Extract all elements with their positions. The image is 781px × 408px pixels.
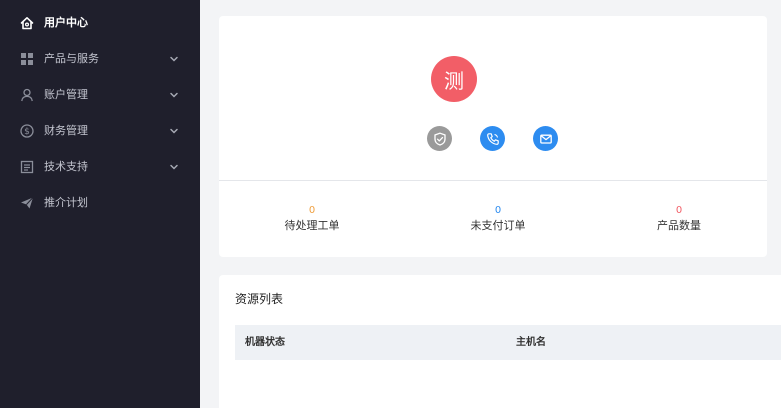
sidebar-item-label: 账户管理	[44, 88, 88, 101]
profile-card: 测 0 待处理工单 0 未支付订单 0 产品数量	[219, 16, 767, 257]
sidebar-item-referral[interactable]: 推介计划	[0, 185, 200, 221]
mail-icon[interactable]	[533, 126, 558, 151]
table-header: 机器状态 主机名	[235, 325, 781, 360]
stat-value: 0	[675, 205, 683, 216]
sidebar-item-finance[interactable]: $ 财务管理	[0, 113, 200, 149]
resource-list-card: 资源列表 机器状态 主机名	[219, 275, 781, 408]
sidebar-item-support[interactable]: 技术支持	[0, 149, 200, 185]
column-header-hostname[interactable]: 主机名	[516, 325, 546, 360]
sidebar-item-label: 技术支持	[44, 160, 88, 173]
avatar[interactable]: 测	[431, 56, 477, 102]
sidebar-item-label: 财务管理	[44, 124, 88, 137]
sidebar-item-user-center[interactable]: 用户中心	[0, 5, 200, 41]
chevron-down-icon	[168, 161, 180, 173]
phone-icon[interactable]	[480, 126, 505, 151]
user-icon	[20, 88, 34, 102]
divider	[219, 180, 767, 181]
stat-pending-tickets[interactable]: 0 待处理工单	[252, 204, 372, 234]
stat-value: 0	[494, 205, 502, 216]
sidebar-item-label: 用户中心	[44, 16, 88, 29]
dollar-icon: $	[20, 124, 34, 138]
stat-value: 0	[308, 205, 316, 216]
svg-text:$: $	[24, 127, 30, 137]
stat-label: 未支付订单	[470, 219, 526, 232]
home-icon	[20, 16, 34, 30]
sidebar-item-label: 产品与服务	[44, 52, 99, 65]
grid-icon	[20, 52, 34, 66]
sidebar: 用户中心 产品与服务 账户管理 $ 财务管理 技术支持 推介计划	[0, 0, 200, 408]
stat-product-count[interactable]: 0 产品数量	[619, 204, 739, 234]
chevron-down-icon	[168, 53, 180, 65]
sidebar-item-products[interactable]: 产品与服务	[0, 41, 200, 77]
column-header-machine-status[interactable]: 机器状态	[245, 325, 285, 360]
shield-check-icon[interactable]	[427, 126, 452, 151]
sidebar-item-label: 推介计划	[44, 196, 88, 209]
chevron-down-icon	[168, 89, 180, 101]
send-icon	[20, 196, 34, 210]
stat-label: 产品数量	[657, 219, 701, 232]
stat-unpaid-orders[interactable]: 0 未支付订单	[438, 204, 558, 234]
chevron-down-icon	[168, 125, 180, 137]
document-icon	[20, 160, 34, 174]
section-title: 资源列表	[235, 292, 284, 306]
sidebar-item-account[interactable]: 账户管理	[0, 77, 200, 113]
stat-label: 待处理工单	[284, 219, 340, 232]
